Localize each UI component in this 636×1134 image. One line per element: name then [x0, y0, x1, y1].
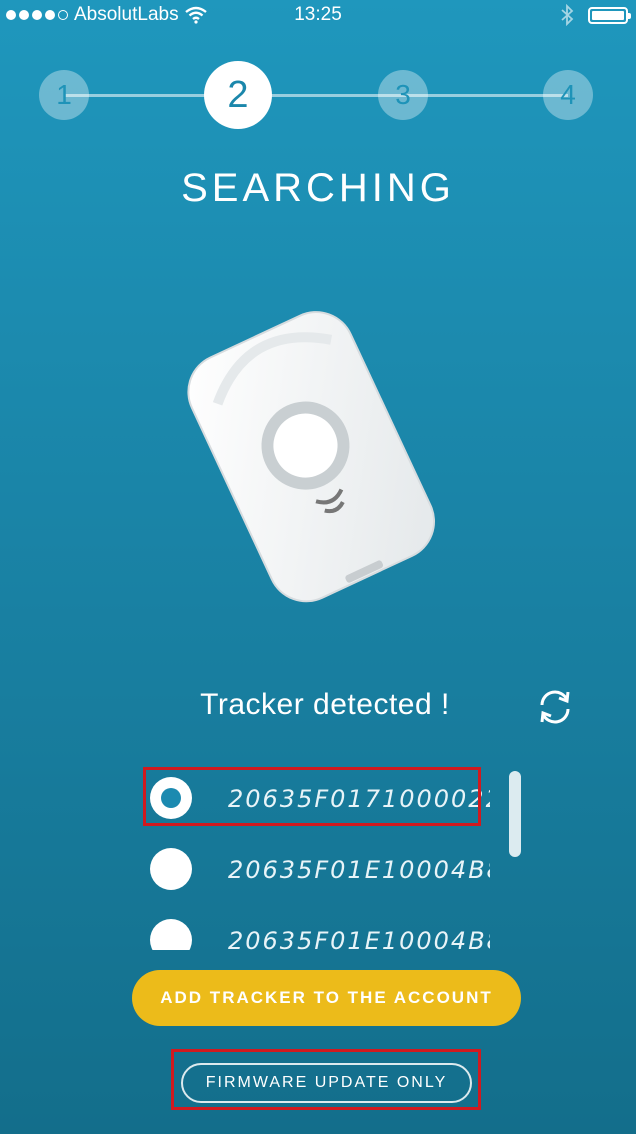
stepper-line: [64, 94, 568, 97]
tracker-serial: 20635F01E10004B8: [228, 927, 490, 950]
radio-unselected[interactable]: [150, 919, 192, 950]
step-3: 3: [378, 70, 428, 120]
radio-unselected[interactable]: [150, 848, 192, 890]
step-2-active: 2: [204, 61, 272, 129]
status-time: 13:25: [294, 4, 342, 25]
tracker-serial: 20635F01E10004B8: [228, 856, 490, 884]
tracker-device-image: [187, 311, 436, 603]
bluetooth-icon: [561, 4, 574, 26]
status-right: [560, 4, 631, 26]
status-bar: AbsolutLabs 13:25: [0, 0, 636, 32]
list-scrollbar[interactable]: [509, 771, 521, 857]
refresh-icon[interactable]: [534, 686, 576, 728]
page-title: SEARCHING: [181, 166, 455, 210]
progress-stepper: 1 2 3 4: [0, 58, 636, 132]
battery-icon: [588, 6, 631, 24]
selected-tracker-highlight: [143, 767, 481, 826]
add-tracker-button[interactable]: ADD TRACKER TO THE ACCOUNT: [132, 970, 521, 1026]
tracker-list-item[interactable]: 20635F01E10004B8: [140, 905, 490, 950]
tracker-list-item[interactable]: 20635F01E10004B8: [140, 834, 490, 904]
firmware-update-button[interactable]: FIRMWARE UPDATE ONLY: [181, 1063, 472, 1103]
step-1: 1: [39, 70, 89, 120]
step-4: 4: [543, 70, 593, 120]
